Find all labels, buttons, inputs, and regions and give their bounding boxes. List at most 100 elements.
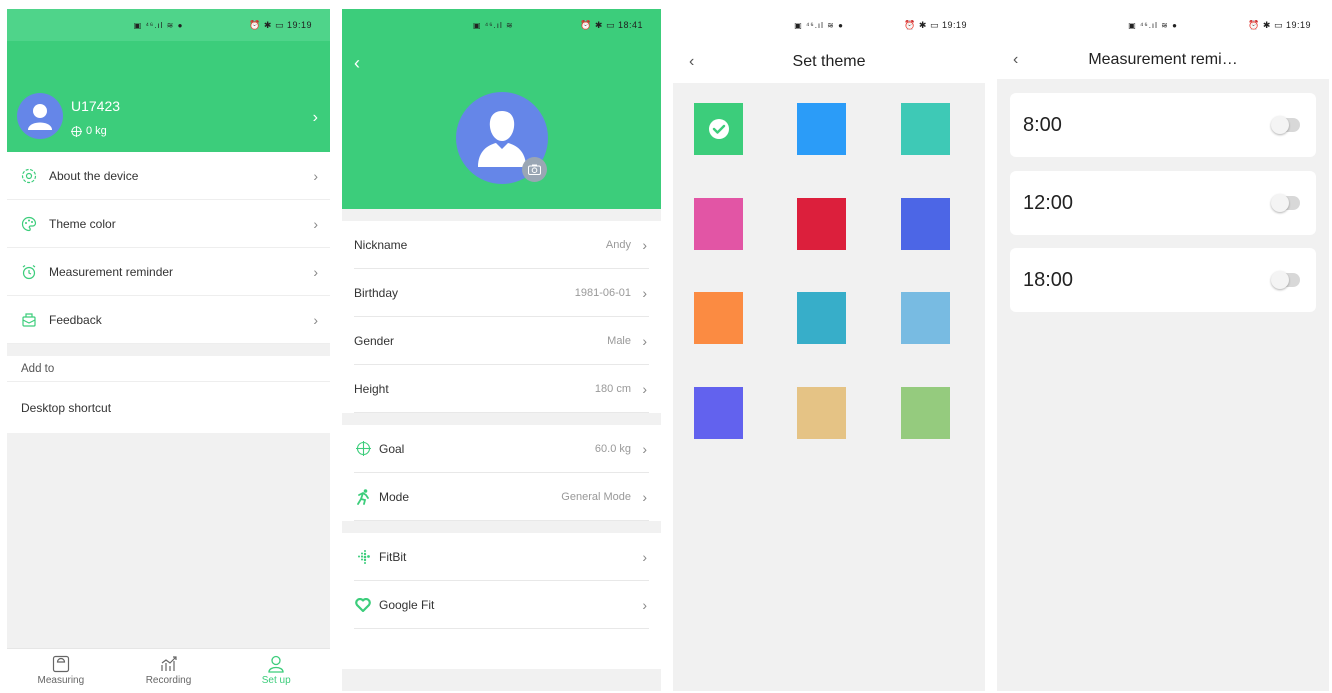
- row-value: Andy: [605, 238, 631, 251]
- menu-item-theme-color[interactable]: Theme color ›: [7, 200, 330, 248]
- chevron-right-icon: ›: [642, 236, 647, 253]
- color-swatch[interactable]: [901, 292, 950, 344]
- color-swatch[interactable]: [694, 103, 743, 155]
- row-value: General Mode: [561, 490, 631, 503]
- row-label: Goal: [379, 441, 405, 456]
- checkmark-icon: [708, 119, 729, 139]
- goal-row[interactable]: Goal 60.0 kg ›: [354, 425, 649, 473]
- add-to-section: Add to Desktop shortcut: [7, 356, 330, 433]
- row-value: 1981-06-01: [574, 286, 631, 299]
- page-title: Set theme: [792, 53, 866, 70]
- chart-icon: [160, 655, 177, 671]
- page-title: Measurement remi…: [1088, 51, 1238, 68]
- status-bar: ▣ ⁴⁶.ıl ≋ ● ⏰ ✱ ▭ 19:19: [7, 9, 330, 41]
- tab-set-up[interactable]: Set up: [222, 649, 330, 691]
- menu-label: Measurement reminder: [49, 264, 174, 279]
- chevron-right-icon: ›: [642, 488, 647, 505]
- personal-info-screen: ▣ ⁴⁶.ıl ≋ ⏰ ✱ ▭ 18:41 ‹ Nickname Andy › …: [342, 9, 661, 691]
- reminder-time: 18:00: [1023, 268, 1074, 291]
- status-bar: ▣ ⁴⁶.ıl ≋ ● ⏰ ✱ ▭ 19:19: [673, 9, 985, 41]
- person-avatar-icon: [28, 104, 52, 130]
- row-label: Birthday: [354, 285, 399, 300]
- birthday-row[interactable]: Birthday 1981-06-01 ›: [354, 269, 649, 317]
- row-label: Gender: [354, 333, 395, 348]
- menu-item-measurement-reminder[interactable]: Measurement reminder ›: [7, 248, 330, 296]
- chevron-right-icon: ›: [313, 215, 318, 232]
- chevron-right-icon: ›: [642, 596, 647, 613]
- toggle-knob: [1271, 116, 1289, 134]
- chevron-right-icon: ›: [313, 263, 318, 280]
- chevron-right-icon: ›: [642, 548, 647, 565]
- username: U17423: [71, 98, 121, 114]
- color-swatch[interactable]: [797, 387, 846, 439]
- reminder-time: 12:00: [1023, 191, 1074, 214]
- tab-recording[interactable]: Recording: [115, 649, 223, 691]
- gender-row[interactable]: Gender Male ›: [354, 317, 649, 365]
- reminder-card: 18:00: [1010, 248, 1316, 312]
- desktop-shortcut-item[interactable]: Desktop shortcut: [7, 382, 330, 433]
- fitbit-row[interactable]: FitBit ›: [354, 533, 649, 581]
- chevron-right-icon: ›: [642, 440, 647, 457]
- row-value: Male: [607, 334, 631, 347]
- chevron-right-icon: ›: [312, 109, 318, 126]
- chevron-right-icon: ›: [313, 167, 318, 184]
- color-swatch[interactable]: [901, 198, 950, 250]
- tab-label: Set up: [261, 674, 291, 686]
- weight-display: 0 kg: [71, 125, 107, 137]
- section-header: Add to: [7, 356, 330, 382]
- palette-icon: [19, 214, 39, 234]
- height-row[interactable]: Height 180 cm ›: [354, 365, 649, 413]
- nickname-row[interactable]: Nickname Andy ›: [354, 221, 649, 269]
- target-icon: [354, 440, 372, 458]
- menu-label: Feedback: [49, 312, 102, 327]
- row-label: FitBit: [379, 549, 407, 564]
- camera-icon[interactable]: [522, 157, 547, 182]
- back-chevron-icon[interactable]: ‹: [354, 53, 360, 74]
- menu-item-feedback[interactable]: Feedback ›: [7, 296, 330, 344]
- alarm-icon: [19, 262, 39, 282]
- tab-measuring[interactable]: Measuring: [7, 649, 115, 691]
- color-swatch[interactable]: [797, 198, 846, 250]
- set-theme-screen: ▣ ⁴⁶.ıl ≋ ● ⏰ ✱ ▭ 19:19 ‹ Set theme: [673, 9, 985, 691]
- reminder-card: 8:00: [1010, 93, 1316, 157]
- profile-header[interactable]: U17423 0 kg ›: [7, 41, 330, 152]
- status-icons: ▣ ⁴⁶.ıl ≋ ●: [1128, 20, 1178, 30]
- goal-mode-group: Goal 60.0 kg › Mode General Mode ›: [342, 425, 661, 521]
- avatar[interactable]: [17, 93, 63, 139]
- bottom-tab-bar: Measuring Recording Set up: [7, 648, 330, 691]
- color-swatch-grid: [673, 83, 985, 483]
- back-chevron-icon[interactable]: ‹: [1013, 51, 1018, 69]
- row-label: Height: [354, 381, 389, 396]
- integrations-group: FitBit › Google Fit ›: [342, 533, 661, 669]
- gear-icon: [19, 166, 39, 186]
- color-swatch[interactable]: [694, 198, 743, 250]
- google-fit-row[interactable]: Google Fit ›: [354, 581, 649, 629]
- reminder-toggle[interactable]: [1271, 271, 1300, 289]
- row-value: 180 cm: [594, 382, 631, 395]
- status-time: ⏰ ✱ ▭ 19:19: [904, 19, 967, 30]
- reminder-toggle[interactable]: [1271, 116, 1300, 134]
- status-icons: ▣ ⁴⁶.ıl ≋: [473, 20, 514, 30]
- chevron-right-icon: ›: [642, 332, 647, 349]
- reminder-time: 8:00: [1023, 113, 1062, 136]
- menu-item-about-device[interactable]: About the device ›: [7, 152, 330, 200]
- menu-label: Theme color: [49, 216, 116, 231]
- status-bar: ▣ ⁴⁶.ıl ≋ ● ⏰ ✱ ▭ 19:19: [997, 9, 1329, 41]
- avatar-header: ‹: [342, 41, 661, 209]
- reminder-toggle[interactable]: [1271, 194, 1300, 212]
- status-time: ⏰ ✱ ▭ 18:41: [580, 19, 643, 30]
- runner-icon: [354, 488, 372, 506]
- color-swatch[interactable]: [901, 103, 950, 155]
- mode-row[interactable]: Mode General Mode ›: [354, 473, 649, 521]
- nav-bar: ‹ Measurement remi…: [997, 41, 1329, 79]
- chevron-right-icon: ›: [313, 311, 318, 328]
- color-swatch[interactable]: [694, 292, 743, 344]
- chevron-right-icon: ›: [642, 284, 647, 301]
- status-icons: ▣ ⁴⁶.ıl ≋ ●: [794, 20, 844, 30]
- color-swatch[interactable]: [901, 387, 950, 439]
- back-chevron-icon[interactable]: ‹: [689, 53, 694, 71]
- color-swatch[interactable]: [694, 387, 743, 439]
- color-swatch[interactable]: [797, 292, 846, 344]
- row-label: Google Fit: [379, 597, 435, 612]
- color-swatch[interactable]: [797, 103, 846, 155]
